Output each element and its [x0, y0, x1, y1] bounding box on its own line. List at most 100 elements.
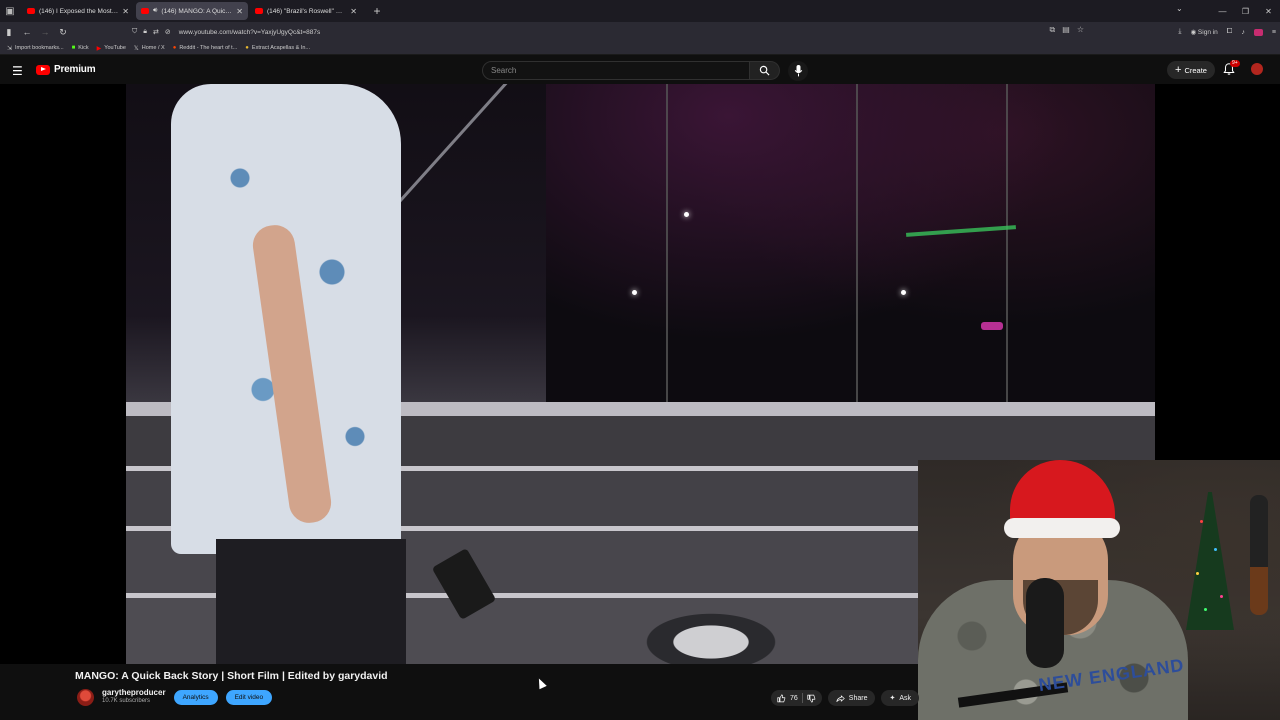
extensions-icon[interactable]: ⧠	[1227, 28, 1233, 36]
glass-frame	[856, 84, 858, 404]
santa-hat-brim	[1004, 518, 1120, 538]
downloads-icon[interactable]: ⤓	[1178, 28, 1181, 36]
person-lying-on-steps	[636, 609, 786, 664]
reload-icon[interactable]: ↻	[54, 27, 72, 38]
import-icon: ⇲	[7, 45, 13, 52]
sign-in-button[interactable]: ◉ Sign in	[1190, 28, 1217, 36]
share-button[interactable]: Share	[827, 690, 876, 706]
channel-avatar[interactable]	[77, 688, 94, 706]
tab-title: (146) MANGO: A Quick Bac...	[161, 7, 232, 15]
bookmark-label: YouTube	[104, 45, 126, 51]
sparkle-icon: ✦	[889, 695, 896, 702]
voice-search-button[interactable]	[788, 61, 808, 81]
url-text[interactable]: www.youtube.com/watch?v=YaxjyUgyQc&t=887…	[179, 29, 321, 36]
address-bar-actions: ⧉ ▤ ☆	[1050, 25, 1084, 35]
tab-title: (146) "Brazil's Roswell" Still a M...	[267, 7, 347, 15]
scene-background	[546, 84, 1155, 404]
picture-in-picture-icon[interactable]: ⧉	[1050, 25, 1056, 35]
mute-icon[interactable]: ⊘	[165, 28, 171, 36]
search-icon	[759, 65, 770, 76]
channel-name[interactable]: garytheproducer	[102, 688, 166, 697]
edit-video-button[interactable]: Edit video	[225, 689, 273, 705]
create-label: Create	[1184, 65, 1207, 75]
shield-icon[interactable]: ⛉	[132, 28, 137, 36]
reddit-icon: ●	[172, 45, 177, 51]
bookmark-kick[interactable]: ■ Kick	[72, 45, 89, 51]
tab-list-chevron-icon[interactable]: ⌄	[1176, 4, 1183, 13]
browser-tab-2-active[interactable]: 🔊︎ (146) MANGO: A Quick Bac... ✕	[136, 2, 248, 20]
bookmark-label: Home / X	[141, 45, 165, 51]
menu-icon[interactable]: ≡	[1272, 29, 1276, 36]
tree-light	[1214, 548, 1217, 551]
microphone	[1026, 578, 1064, 668]
lock-icon[interactable]: 🔒︎	[143, 28, 147, 36]
light	[684, 212, 689, 217]
glass-frame	[1006, 84, 1008, 404]
bookmark-label: Import bookmarks...	[15, 45, 64, 51]
forward-icon[interactable]: →	[36, 27, 54, 37]
kick-icon: ■	[71, 45, 76, 51]
search-input[interactable]: Search	[482, 61, 750, 80]
youtube-logo-icon	[36, 64, 50, 75]
analytics-button[interactable]: Analytics	[173, 689, 218, 705]
browser-tab-strip: ▣ (146) I Exposed the Most Evil C... ✕ 🔊…	[0, 0, 1280, 22]
logo-text: Premium	[54, 64, 96, 75]
close-tab-icon[interactable]: ✕	[122, 7, 129, 16]
close-tab-icon[interactable]: ✕	[236, 7, 243, 16]
light	[901, 290, 906, 295]
ask-label: Ask	[899, 694, 912, 702]
streamer-facecam: NEW ENGLAND	[918, 460, 1280, 720]
folder-icon: ●	[245, 45, 249, 51]
account-avatar[interactable]	[1251, 63, 1263, 75]
close-tab-icon[interactable]: ✕	[350, 7, 357, 16]
guide-menu-icon[interactable]: ☰	[12, 64, 23, 78]
like-dislike-group: 76	[771, 690, 822, 706]
bookmark-import[interactable]: ⇲ Import bookmarks...	[7, 45, 64, 52]
minimize-icon[interactable]: —	[1211, 7, 1234, 16]
person-pants	[216, 539, 406, 664]
bookmark-label: Reddit - The heart of t...	[179, 45, 238, 51]
close-window-icon[interactable]: ✕	[1257, 7, 1280, 16]
glass-frame	[666, 84, 668, 404]
pink-light	[981, 322, 1003, 330]
notification-count-badge: 9+	[1230, 60, 1240, 67]
back-icon[interactable]: ←	[18, 27, 36, 37]
bookmark-youtube[interactable]: ▶ YouTube	[97, 45, 126, 52]
dislike-icon[interactable]	[807, 694, 816, 703]
plus-icon: +	[1175, 63, 1182, 76]
video-title: MANGO: A Quick Back Story | Short Film |…	[75, 670, 388, 682]
bookmark-reddit[interactable]: ● Reddit - The heart of t...	[173, 45, 238, 51]
guitar	[1250, 495, 1268, 615]
tree-light	[1220, 595, 1223, 598]
x-icon: 𝕏	[133, 45, 139, 52]
sidebar-toggle-icon[interactable]: ▮	[0, 27, 18, 38]
maximize-icon[interactable]: ❐	[1234, 7, 1257, 16]
new-tab-button[interactable]: +	[368, 4, 386, 18]
address-bar[interactable]: ⛉ 🔒︎ ⇄ ⊘ www.youtube.com/watch?v=YaxjyUg…	[132, 24, 1084, 40]
bookmark-acapellas[interactable]: ● Extract Acapellas & In...	[245, 45, 310, 51]
handrail	[394, 84, 572, 207]
permissions-icon[interactable]: ⇄	[153, 28, 159, 36]
audio-icon[interactable]: ♪	[1241, 29, 1245, 36]
channel-meta: garytheproducer 10.7K subscribers	[102, 688, 166, 706]
speaker-icon[interactable]: 🔊︎	[153, 7, 157, 15]
browser-tab-1[interactable]: (146) I Exposed the Most Evil C... ✕	[22, 2, 134, 20]
reader-view-icon[interactable]: ▤	[1062, 25, 1070, 35]
tab-overview-icon[interactable]: ▣	[0, 0, 20, 22]
toolbar-right: ⤓ ◉ Sign in ⧠ ♪ ≡	[1178, 24, 1276, 40]
ask-button[interactable]: ✦ Ask	[881, 690, 920, 706]
tree-light	[1200, 520, 1203, 523]
extension-badge-icon[interactable]	[1253, 28, 1263, 36]
video-actions: 76 Share ✦ Ask	[771, 690, 920, 706]
youtube-premium-logo[interactable]: Premium	[36, 64, 96, 75]
search-button[interactable]	[750, 61, 780, 80]
like-icon[interactable]	[777, 693, 786, 703]
bookmark-x[interactable]: 𝕏 Home / X	[134, 45, 165, 52]
bookmark-star-icon[interactable]: ☆	[1077, 25, 1084, 35]
youtube-icon: ▶	[96, 45, 102, 52]
create-button[interactable]: + Create	[1167, 61, 1215, 79]
sign-in-label: Sign in	[1197, 29, 1218, 36]
channel-row: garytheproducer 10.7K subscribers Analyt…	[77, 688, 273, 706]
tree-light	[1204, 608, 1207, 611]
browser-tab-3[interactable]: (146) "Brazil's Roswell" Still a M... ✕	[250, 2, 362, 20]
